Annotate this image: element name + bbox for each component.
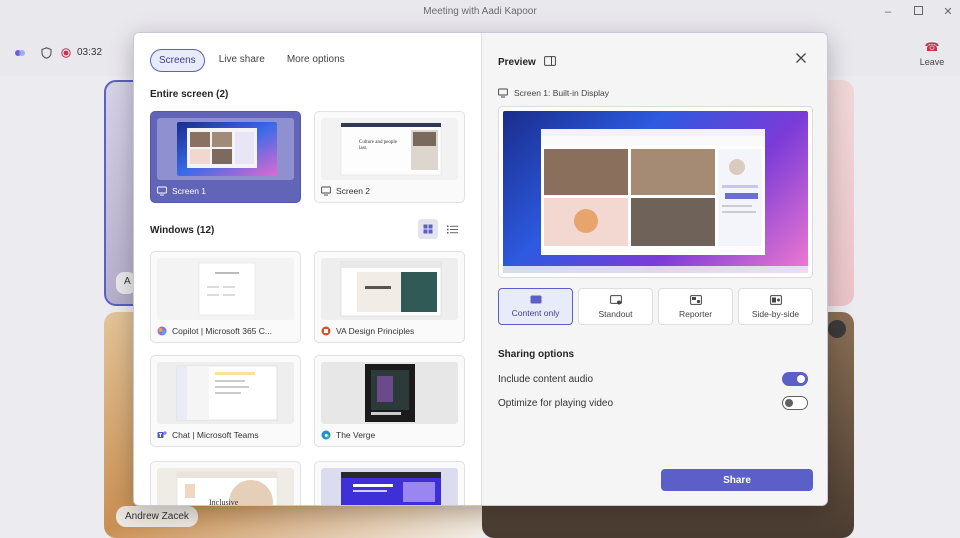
va-design-name: VA Design Principles	[336, 326, 415, 336]
screen-2-label: Screen 2	[321, 186, 460, 196]
maximize-icon[interactable]	[910, 4, 926, 20]
participant-name-chip: Andrew Zacek	[116, 506, 198, 527]
include-audio-toggle[interactable]	[782, 372, 808, 386]
include-audio-label: Include content audio	[498, 374, 594, 385]
preview-source: Screen 1: Built-in Display	[498, 88, 609, 98]
recording-icon	[59, 46, 73, 60]
screen-2-thumbnail: Culture and people last.	[321, 118, 458, 180]
minimize-icon[interactable]: –	[880, 4, 896, 20]
list-view-toggle[interactable]	[442, 219, 462, 239]
shield-icon[interactable]	[39, 46, 53, 60]
teams-icon	[157, 430, 167, 440]
teams-chat-name: Chat | Microsoft Teams	[172, 430, 259, 440]
share-button[interactable]: Share	[661, 469, 813, 491]
layout-side-by-side-label: Side-by-side	[751, 308, 800, 319]
title-bar: Meeting with Aadi Kapoor – ✕	[0, 0, 960, 24]
meeting-timer: 03:32	[77, 47, 103, 58]
close-dialog-icon[interactable]	[795, 51, 811, 67]
reporter-icon	[689, 294, 702, 305]
screen-1-label: Screen 1	[157, 186, 296, 196]
screen-2-thumbnail-text: Culture and people last.	[359, 140, 398, 151]
layout-standout[interactable]: Standout	[578, 288, 653, 325]
layout-content-only-label: Content only	[511, 308, 560, 318]
layout-content-only[interactable]: Content only	[498, 288, 573, 325]
window-thumbnail: Inclusive	[157, 468, 294, 506]
sharing-options-heading: Sharing options	[498, 349, 575, 360]
edge-icon	[321, 430, 331, 440]
inclusive-thumbnail-text: Inclusive	[209, 498, 239, 506]
preview-source-name: Screen 1: Built-in Display	[514, 88, 609, 98]
windows-heading: Windows (12)	[150, 225, 215, 236]
share-preview-pane: Preview Screen 1: Built-in Display Conte…	[481, 33, 827, 505]
side-panel-icon[interactable]	[543, 56, 556, 69]
side-by-side-icon	[769, 294, 782, 305]
window-card-the-verge[interactable]: The Verge	[314, 355, 465, 447]
layout-standout-label: Standout	[598, 308, 633, 319]
presenter-layouts: Content only Standout Reporter Side-by-s…	[498, 288, 813, 325]
copilot-window-thumbnail	[157, 258, 294, 320]
option-include-audio: Include content audio	[498, 372, 808, 386]
content-only-icon	[530, 295, 541, 304]
option-optimize-video: Optimize for playing video	[498, 396, 808, 410]
powerpoint-icon	[321, 326, 331, 336]
window-card[interactable]: Inclusive	[150, 461, 301, 506]
optimize-video-label: Optimize for playing video	[498, 398, 614, 409]
copilot-window-name: Copilot | Microsoft 365 C...	[172, 326, 272, 336]
window-card-teams-chat[interactable]: Chat | Microsoft Teams	[150, 355, 301, 447]
monitor-icon	[157, 186, 167, 196]
teams-chat-label: Chat | Microsoft Teams	[157, 430, 296, 440]
window-card[interactable]	[314, 461, 465, 505]
window-title: Meeting with Aadi Kapoor	[423, 6, 537, 17]
phone-hangup-icon: ☎	[924, 40, 940, 54]
verge-name: The Verge	[336, 430, 376, 440]
monitor-icon	[498, 88, 508, 98]
share-content-dialog: Screens Live share More options Entire s…	[133, 32, 828, 506]
share-source-pane: Screens Live share More options Entire s…	[134, 33, 481, 506]
grid-view-toggle[interactable]	[418, 219, 438, 239]
verge-window-thumbnail	[321, 362, 458, 424]
powerpoint-window-thumbnail	[321, 258, 458, 320]
layout-reporter-label: Reporter	[678, 308, 713, 319]
window-card-va-design[interactable]: VA Design Principles	[314, 251, 465, 343]
leave-label: Leave	[919, 57, 945, 67]
list-icon	[446, 225, 458, 233]
entire-screen-heading: Entire screen (2)	[150, 89, 229, 100]
preview-frame	[498, 106, 813, 278]
preview-header: Preview	[498, 56, 556, 69]
screen-card-1[interactable]: Screen 1	[150, 111, 301, 203]
copilot-meeting-icon[interactable]	[13, 46, 27, 60]
share-tabs: Screens Live share More options	[150, 49, 353, 72]
standout-icon	[609, 294, 622, 304]
layout-reporter[interactable]: Reporter	[658, 288, 733, 325]
window-thumbnail	[321, 468, 458, 505]
screen-2-name: Screen 2	[336, 186, 371, 196]
close-window-icon[interactable]: ✕	[940, 4, 956, 20]
screen-preview-image	[503, 111, 808, 273]
va-design-label: VA Design Principles	[321, 326, 460, 336]
preview-heading: Preview	[498, 57, 536, 68]
tab-more-options[interactable]: More options	[279, 49, 353, 72]
monitor-icon	[321, 186, 331, 196]
copilot-icon	[157, 326, 167, 336]
tab-screens[interactable]: Screens	[150, 49, 205, 72]
copilot-window-label: Copilot | Microsoft 365 C...	[157, 326, 296, 336]
verge-label: The Verge	[321, 430, 460, 440]
layout-side-by-side[interactable]: Side-by-side	[738, 288, 813, 325]
screen-1-thumbnail	[157, 118, 294, 180]
leave-button[interactable]: ☎ Leave	[914, 40, 950, 67]
tab-live-share[interactable]: Live share	[211, 49, 273, 72]
teams-window-thumbnail	[157, 362, 294, 424]
window-card-copilot[interactable]: Copilot | Microsoft 365 C...	[150, 251, 301, 343]
optimize-video-toggle[interactable]	[782, 396, 808, 410]
screen-card-2[interactable]: Culture and people last. Screen 2	[314, 111, 465, 203]
screen-1-name: Screen 1	[172, 186, 207, 196]
tile-options-icon[interactable]	[828, 320, 846, 338]
grid-icon	[423, 224, 433, 234]
